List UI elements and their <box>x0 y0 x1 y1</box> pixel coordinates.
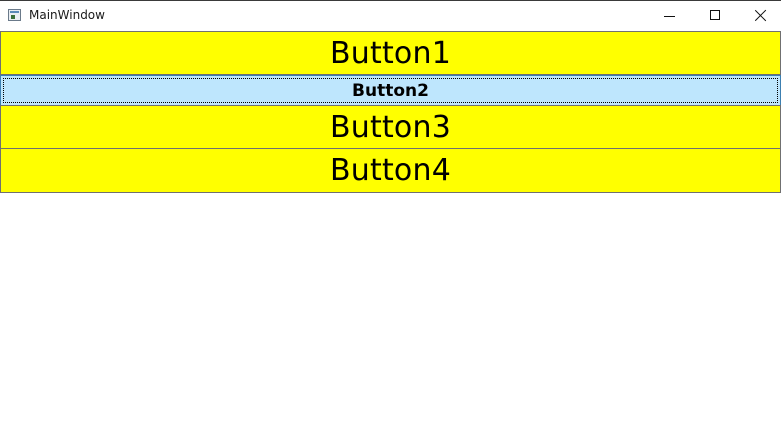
title-bar[interactable]: MainWindow <box>0 0 781 31</box>
minimize-icon <box>664 16 675 17</box>
button-3[interactable]: Button3 <box>0 105 781 149</box>
app-window-icon[interactable] <box>8 9 21 21</box>
maximize-button[interactable] <box>692 1 738 31</box>
button-2-label: Button2 <box>352 80 429 101</box>
button-4[interactable]: Button4 <box>0 148 781 193</box>
button-2[interactable]: Button2 <box>0 75 781 106</box>
close-button[interactable] <box>738 1 781 31</box>
button-1[interactable]: Button1 <box>0 31 781 75</box>
window-title: MainWindow <box>29 8 105 22</box>
maximize-icon <box>710 10 720 20</box>
button-1-label: Button1 <box>330 35 451 71</box>
close-icon <box>755 9 767 21</box>
button-3-label: Button3 <box>330 109 451 145</box>
minimize-button[interactable] <box>646 1 692 31</box>
main-window: MainWindow Button1 Button2 Button3 Butto… <box>0 0 781 442</box>
button-4-label: Button4 <box>330 153 451 188</box>
